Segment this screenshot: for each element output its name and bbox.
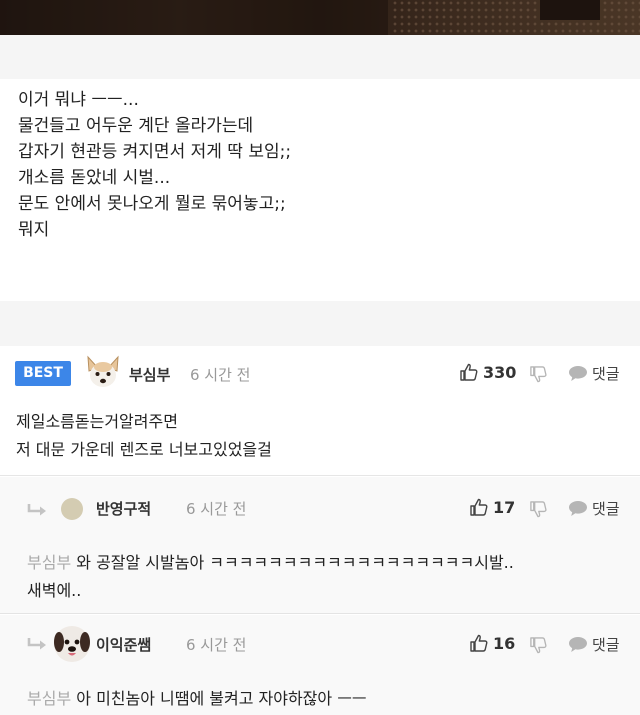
best-comment: BEST 부심부 6 시간 전 330 댓글 제일소름돋는거알려주면 저 대문 …: [0, 346, 640, 476]
reply-line-text: 와 공잘알 시발놈아 ㅋㅋㅋㅋㅋㅋㅋㅋㅋㅋㅋㅋㅋㅋㅋㅋㅋㅋ시발..: [71, 553, 514, 572]
post-line: 물건들고 어두운 계단 올라가는데: [18, 116, 254, 136]
reply-time: 6 시간 전: [186, 636, 247, 654]
reply-comment: 반영구적 6 시간 전 17 댓글 부심부 와 공잘알 시발놈아 ㅋㅋㅋㅋㅋㅋㅋ…: [0, 477, 640, 614]
section-gap: [0, 301, 640, 346]
like-count: 330: [483, 362, 517, 382]
comment-time: 6 시간 전: [190, 366, 251, 384]
reply-button[interactable]: 댓글: [568, 363, 620, 384]
like-button[interactable]: 17: [469, 497, 515, 517]
reply-button[interactable]: 댓글: [568, 498, 620, 519]
reply-author[interactable]: 이익준쌤: [96, 634, 151, 655]
thumbs-down-icon[interactable]: [529, 500, 548, 519]
post-line: 이거 뭐냐 ㅡㅡ...: [18, 90, 139, 110]
reply-line: 새벽에..: [27, 581, 82, 600]
reply-line: 부심부 아 미친놈아 니땜에 불켜고 자야하잖아 ㅡㅡ: [27, 685, 367, 713]
post-line: 문도 안에서 못나오게 뭘로 묶어놓고;;: [18, 194, 286, 214]
dog-avatar-icon[interactable]: [53, 625, 91, 663]
like-button[interactable]: 16: [469, 633, 515, 653]
photo-texture: [392, 0, 640, 35]
post-line: 뭐지: [18, 220, 50, 240]
post-photo-bottom: [0, 0, 640, 35]
speech-bubble-icon: [569, 366, 587, 381]
reply-button[interactable]: 댓글: [568, 634, 620, 655]
section-gap: [0, 35, 640, 79]
like-count: 17: [493, 497, 516, 517]
reply-author[interactable]: 반영구적: [96, 498, 151, 519]
comment-author[interactable]: 부심부: [129, 364, 170, 385]
post-body: 이거 뭐냐 ㅡㅡ... 물건들고 어두운 계단 올라가는데 갑자기 현관등 켜지…: [0, 79, 640, 301]
speech-bubble-icon: [569, 501, 587, 516]
like-count: 16: [493, 633, 516, 653]
reply-label: 댓글: [592, 500, 620, 518]
reply-comment: 이익준쌤 6 시간 전 16 댓글 부심부 아 미친놈아 니땜에 불켜고 자야하…: [0, 615, 640, 715]
dog-avatar-icon[interactable]: [83, 353, 123, 393]
reply-line-text: 아 미친놈아 니땜에 불켜고 자야하잖아 ㅡㅡ: [71, 689, 367, 708]
photo-shadow: [0, 0, 388, 35]
reply-time: 6 시간 전: [186, 500, 247, 518]
post-line: 개소름 돋았네 시벌...: [18, 168, 171, 188]
comment-line: 저 대문 가운데 렌즈로 너보고있었을걸: [16, 440, 272, 459]
thumbs-up-icon: [470, 498, 488, 516]
best-badge: BEST: [15, 361, 71, 386]
reply-arrow-icon: [27, 504, 46, 516]
speech-bubble-icon: [569, 637, 587, 652]
thumbs-down-icon[interactable]: [529, 365, 548, 384]
thumbs-up-icon: [460, 363, 478, 381]
photo-dark-block: [540, 0, 600, 20]
thumbs-up-icon: [470, 634, 488, 652]
comment-line: 제일소름돋는거알려주면: [16, 412, 178, 431]
post-line: 갑자기 현관등 켜지면서 저게 딱 보임;;: [18, 142, 292, 162]
reply-line: 부심부 와 공잘알 시발놈아 ㅋㅋㅋㅋㅋㅋㅋㅋㅋㅋㅋㅋㅋㅋㅋㅋㅋㅋ시발..: [27, 549, 514, 577]
reply-label: 댓글: [592, 636, 620, 654]
thumbs-down-icon[interactable]: [529, 636, 548, 655]
reply-label: 댓글: [592, 365, 620, 383]
mention-link[interactable]: 부심부: [27, 553, 71, 572]
avatar-icon[interactable]: [60, 497, 84, 521]
mention-link[interactable]: 부심부: [27, 689, 71, 708]
like-button[interactable]: 330: [459, 362, 516, 382]
reply-arrow-icon: [27, 638, 46, 650]
